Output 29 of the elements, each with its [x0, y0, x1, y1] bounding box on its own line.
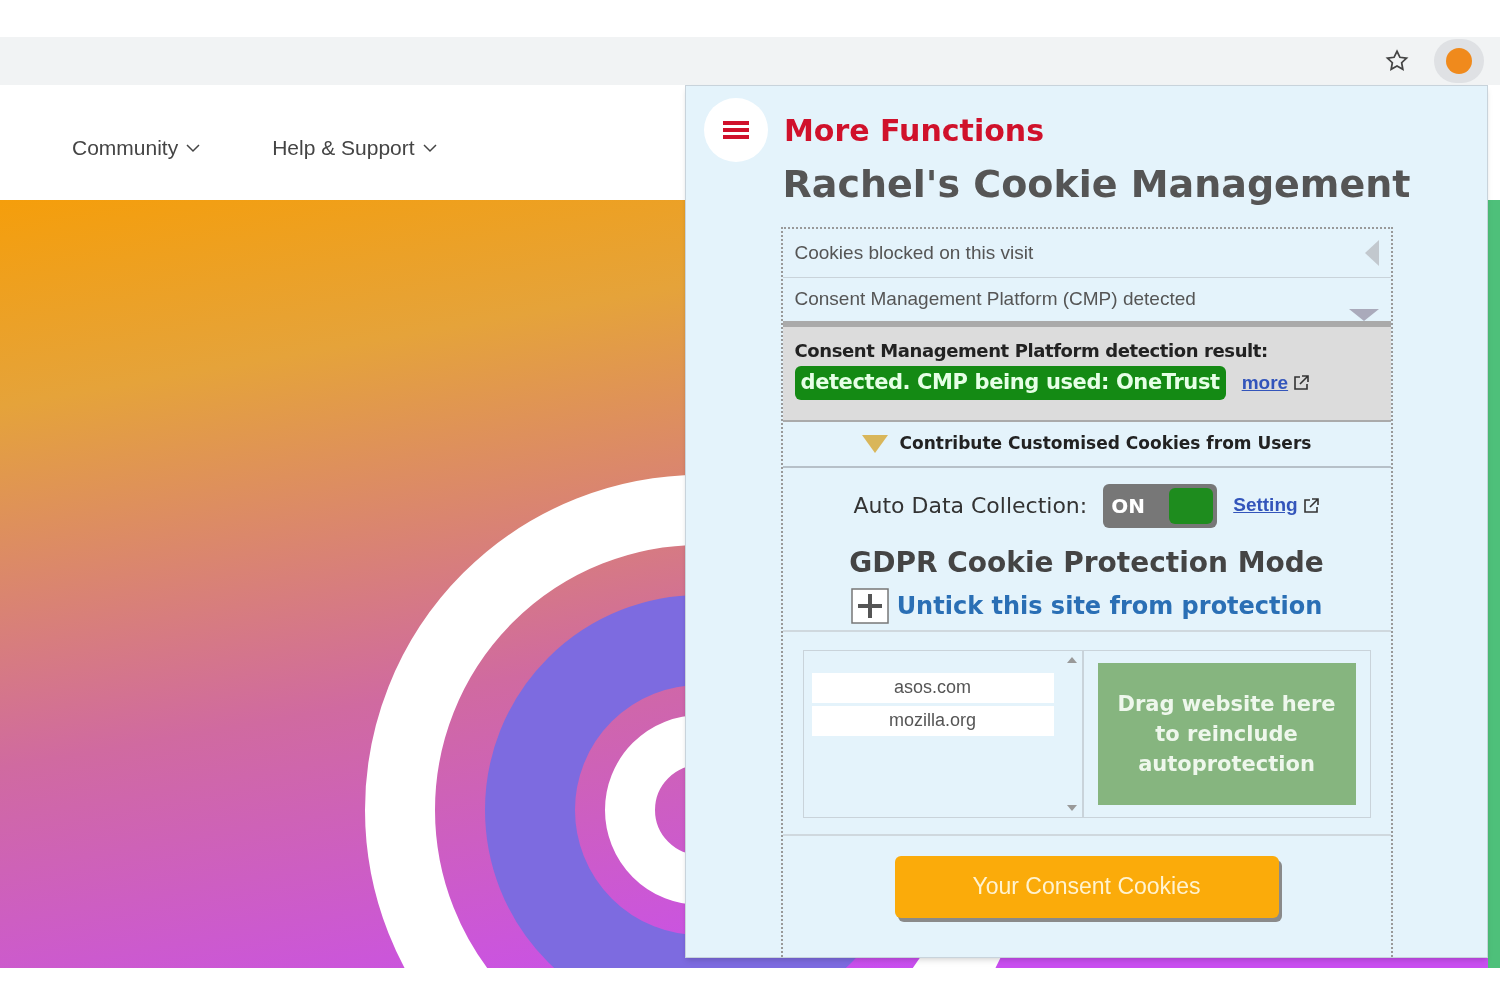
external-link-icon — [1292, 373, 1311, 392]
detection-heading: Consent Management Platform detection result: — [794, 339, 1269, 363]
extension-icon[interactable] — [1434, 39, 1484, 83]
menu-icon — [723, 120, 749, 140]
scroll-down-icon[interactable] — [1066, 804, 1077, 811]
mode-title: GDPR Cookie Protection Mode — [848, 544, 1325, 581]
toggle-switch[interactable]: ON — [1103, 483, 1218, 528]
site-list-item[interactable]: asos.com — [811, 672, 1054, 703]
untick-site-button[interactable]: Untick this site from protection — [782, 587, 1391, 632]
chevron-down-icon — [186, 142, 201, 153]
triangle-icon — [861, 434, 888, 453]
site-list-item[interactable]: mozilla.org — [811, 705, 1054, 736]
plus-icon — [850, 587, 889, 624]
detection-result-badge: detected. CMP being used: OneTrust — [794, 366, 1226, 400]
star-icon[interactable] — [1384, 48, 1410, 74]
popup-title: Rachel's Cookie Management — [782, 161, 1411, 208]
external-link-icon — [1301, 496, 1320, 515]
section-header[interactable]: Cookies blocked on this visit — [782, 229, 1391, 278]
nav-menu-item[interactable]: Help & Support — [272, 131, 437, 164]
caret-left-icon — [1364, 240, 1379, 266]
more-link[interactable]: more — [1241, 368, 1289, 397]
chevron-down-icon — [422, 142, 437, 153]
setting-link[interactable]: Setting — [1233, 491, 1298, 520]
nav-menu-item[interactable]: Community — [72, 131, 201, 164]
contribute-row[interactable]: Contribute Customised Cookies from Users — [782, 421, 1391, 468]
auto-collection-label: Auto Data Collection: — [853, 492, 1088, 520]
scroll-up-icon[interactable] — [1066, 656, 1077, 663]
caret-down-icon — [1348, 309, 1379, 321]
more-functions-label[interactable]: More Functions — [784, 107, 1044, 153]
